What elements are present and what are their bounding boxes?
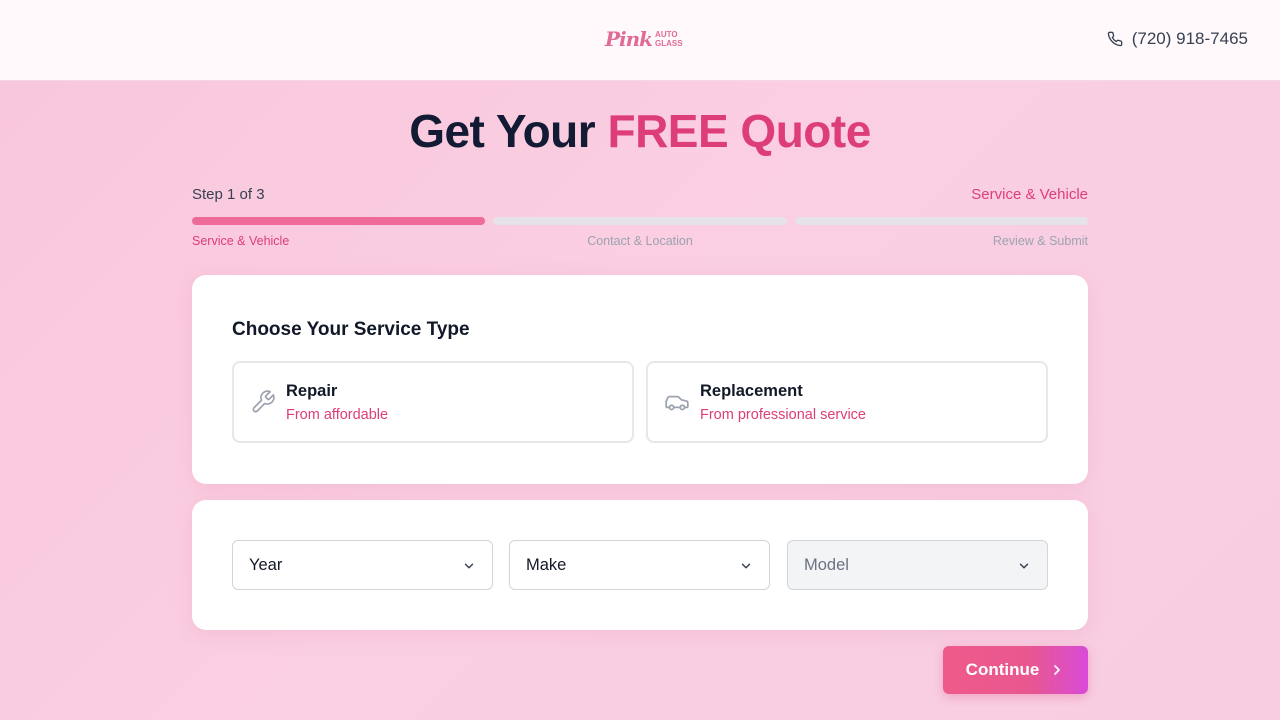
step-name-contact-location: Contact & Location <box>587 234 693 248</box>
wrench-icon <box>252 390 275 413</box>
service-type-card: Choose Your Service Type Repair From aff… <box>192 275 1088 484</box>
progress-bar <box>192 217 1088 225</box>
make-select-value: Make <box>526 556 567 574</box>
service-option-replacement[interactable]: Replacement From professional service <box>646 361 1048 443</box>
chevron-down-icon <box>464 563 474 569</box>
progress-segment-1 <box>192 217 486 225</box>
step-counter: Step 1 of 3 <box>192 186 265 203</box>
repair-title: Repair <box>286 382 338 400</box>
year-select-value: Year <box>249 556 283 574</box>
chevron-right-icon <box>1054 665 1061 675</box>
continue-button[interactable]: Continue <box>943 646 1088 694</box>
model-select[interactable]: Model <box>787 540 1048 590</box>
year-select[interactable]: Year <box>232 540 493 590</box>
chevron-down-icon <box>741 563 751 569</box>
pink-auto-glass-logo[interactable]: Pink AUTO GLASS <box>605 24 683 54</box>
phone-icon <box>1107 31 1123 47</box>
replacement-title: Replacement <box>700 382 803 400</box>
phone-link[interactable]: (720) 918-7465 <box>1107 29 1248 49</box>
service-option-repair[interactable]: Repair From affordable <box>232 361 634 443</box>
step-names: Service & Vehicle Contact & Location Rev… <box>192 234 1088 250</box>
phone-number: (720) 918-7465 <box>1131 29 1248 48</box>
step-name-review-submit: Review & Submit <box>992 234 1088 248</box>
make-select[interactable]: Make <box>509 540 770 590</box>
logo-line-glass: GLASS <box>655 39 683 48</box>
site-header: Pink AUTO GLASS (720) 918-7465 <box>0 0 1280 81</box>
progress-segment-3 <box>794 217 1088 225</box>
progress-segment-2 <box>493 217 787 225</box>
repair-subtitle: From affordable <box>286 407 389 423</box>
logo-line-auto: AUTO <box>655 30 678 39</box>
logo-small-text: AUTO GLASS <box>655 30 683 48</box>
chevron-down-icon <box>1019 563 1029 569</box>
page-title: Get Your FREE Quote <box>0 104 1280 158</box>
car-icon <box>665 395 689 411</box>
title-plain: Get Your <box>409 105 596 157</box>
title-accent: FREE Quote <box>607 105 871 157</box>
service-type-heading: Choose Your Service Type <box>232 319 470 340</box>
continue-label: Continue <box>965 660 1040 679</box>
model-select-value: Model <box>804 556 849 574</box>
current-step-name: Service & Vehicle <box>971 186 1088 203</box>
replacement-subtitle: From professional service <box>700 407 866 423</box>
vehicle-card: Year Make Model <box>192 500 1088 630</box>
logo-script-text: Pink <box>605 27 653 51</box>
